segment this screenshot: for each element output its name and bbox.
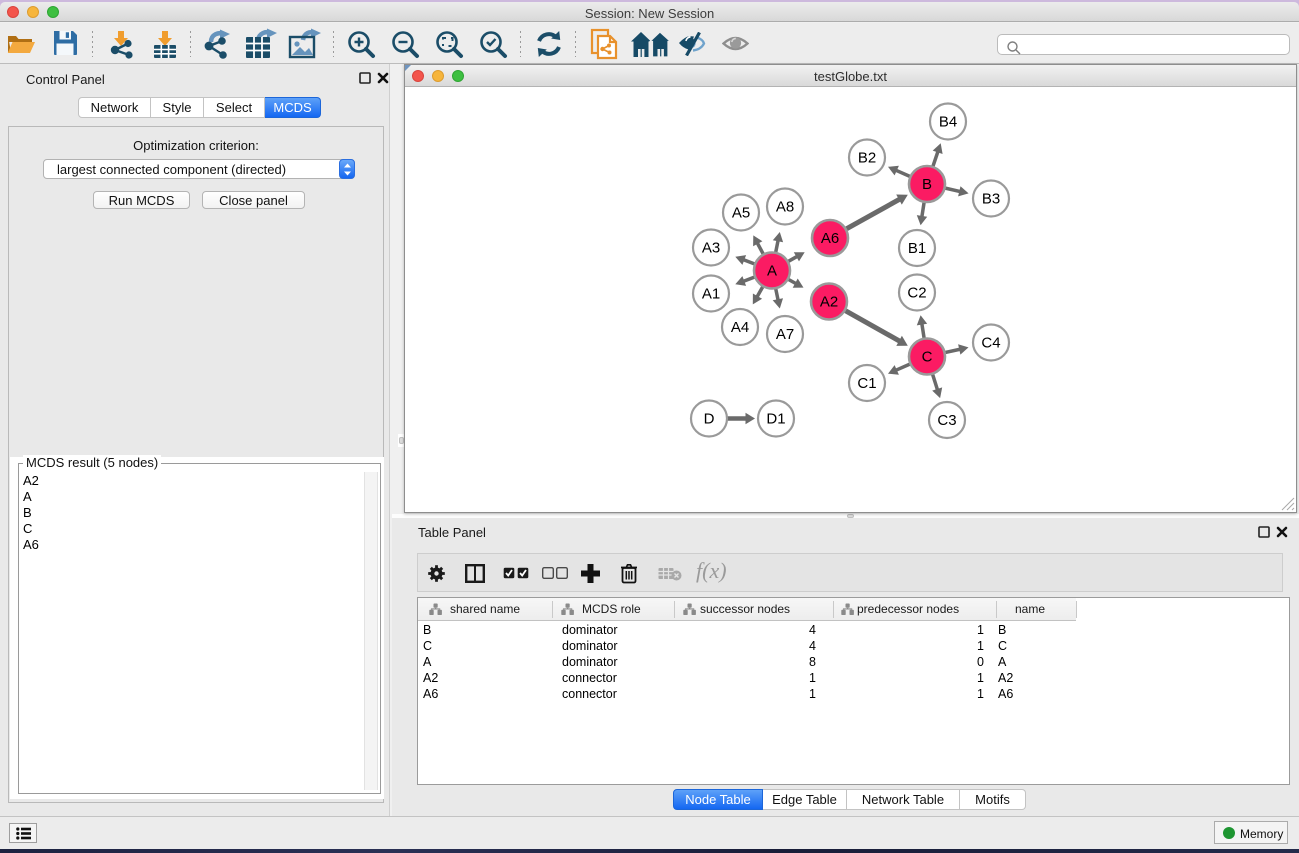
- svg-text:C: C: [922, 349, 933, 366]
- svg-text:C1: C1: [857, 375, 876, 392]
- svg-text:D1: D1: [766, 411, 785, 428]
- svg-text:C3: C3: [937, 412, 956, 429]
- svg-text:A4: A4: [731, 319, 749, 336]
- svg-text:A3: A3: [702, 240, 720, 257]
- svg-text:A1: A1: [702, 286, 720, 303]
- svg-text:A6: A6: [821, 230, 839, 247]
- svg-text:B2: B2: [858, 150, 876, 167]
- svg-text:C2: C2: [907, 285, 926, 302]
- svg-text:B3: B3: [982, 191, 1000, 208]
- svg-text:D: D: [704, 411, 715, 428]
- svg-text:A5: A5: [732, 205, 750, 222]
- svg-text:A8: A8: [776, 199, 794, 216]
- svg-text:A7: A7: [776, 326, 794, 343]
- svg-text:C4: C4: [981, 335, 1000, 352]
- svg-text:B: B: [922, 176, 932, 193]
- svg-text:A: A: [767, 263, 777, 280]
- svg-text:B4: B4: [939, 114, 957, 131]
- svg-text:A2: A2: [820, 294, 838, 311]
- svg-text:B1: B1: [908, 240, 926, 257]
